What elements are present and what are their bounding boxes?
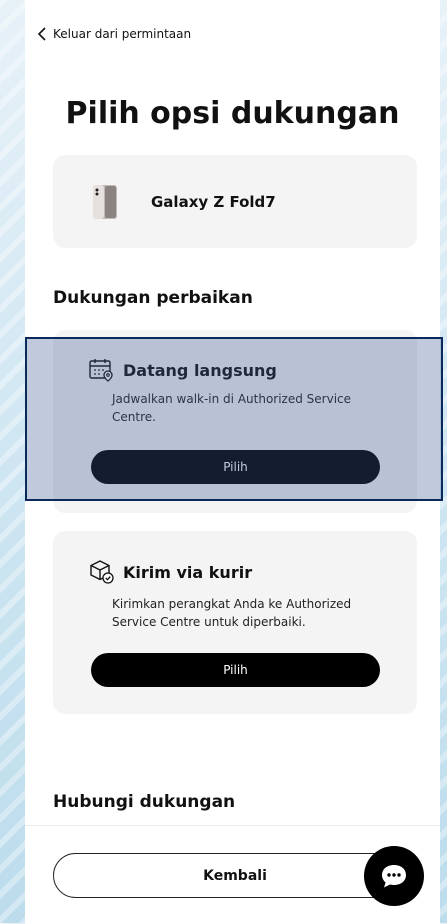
- chevron-left-icon: [37, 27, 46, 41]
- option-description: Kirimkan perangkat Anda ke Authorized Se…: [112, 597, 352, 629]
- repair-support-heading: Dukungan perbaikan: [53, 288, 253, 308]
- exit-request-label: Keluar dari permintaan: [53, 27, 192, 41]
- option-title: Kirim via kurir: [123, 562, 253, 582]
- product-card: Galaxy Z Fold7: [53, 155, 417, 248]
- chat-button[interactable]: [364, 846, 424, 906]
- page-title: Pilih opsi dukungan: [65, 96, 400, 131]
- option-card-courier: Kirim via kurir Kirimkan perangkat Anda …: [53, 531, 417, 714]
- package-delivery-icon: [90, 560, 114, 584]
- product-name: Galaxy Z Fold7: [151, 192, 276, 211]
- chat-bubble-icon: [382, 865, 406, 888]
- select-courier-button[interactable]: Pilih: [91, 653, 380, 687]
- back-button[interactable]: Kembali: [53, 853, 417, 898]
- selection-highlight: [25, 337, 443, 501]
- contact-support-heading: Hubungi dukungan: [53, 792, 236, 812]
- exit-request-link[interactable]: Keluar dari permintaan: [37, 24, 191, 44]
- galaxy-fold-phone-icon: [93, 184, 117, 219]
